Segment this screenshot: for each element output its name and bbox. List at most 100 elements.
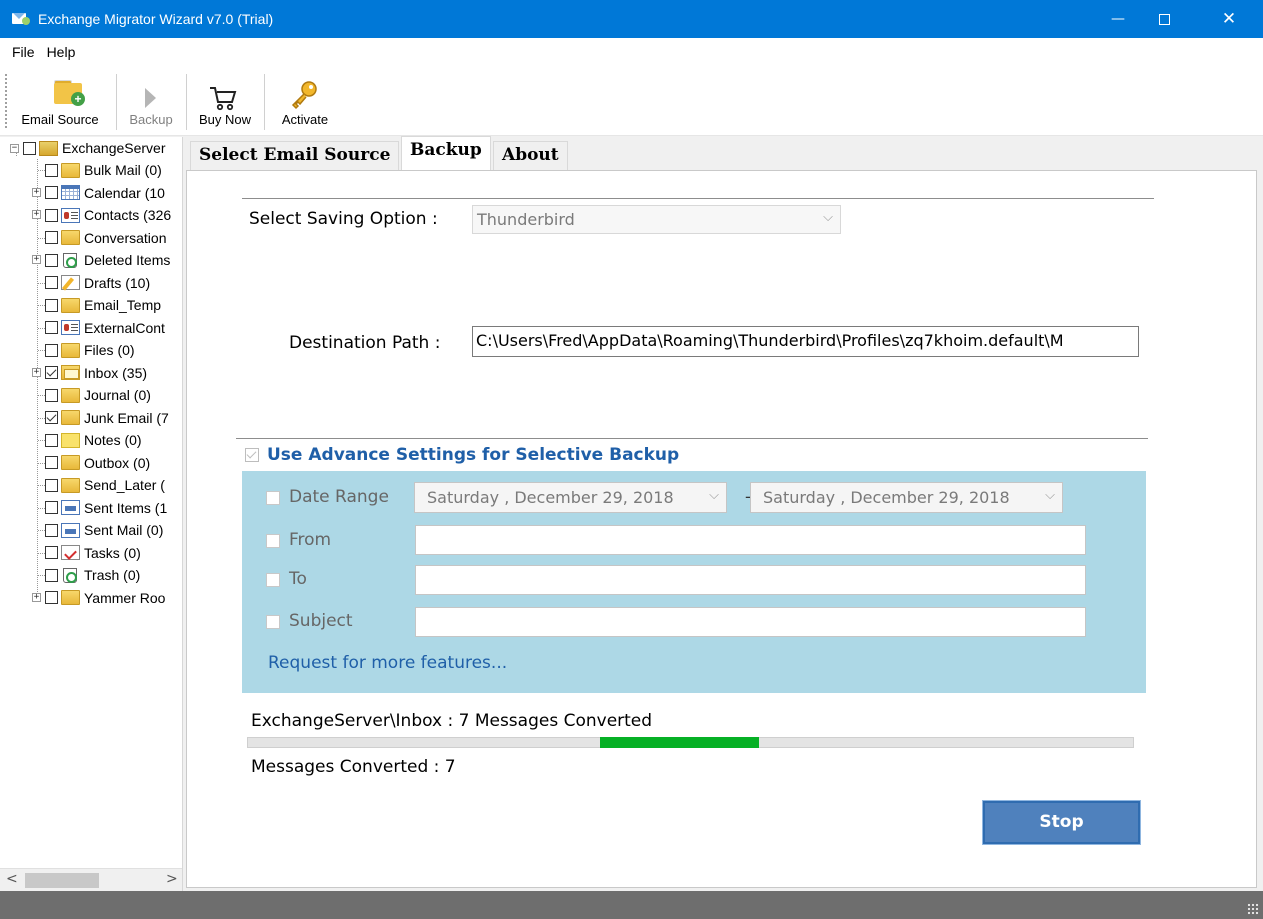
- tree-checkbox[interactable]: [45, 433, 58, 447]
- expand-icon[interactable]: +: [32, 255, 41, 264]
- tree-checkbox[interactable]: [45, 388, 58, 402]
- tree-checkbox[interactable]: [45, 186, 58, 199]
- close-button[interactable]: ✕: [1206, 0, 1252, 38]
- to-checkbox[interactable]: [266, 573, 280, 587]
- expand-icon[interactable]: +: [32, 210, 41, 219]
- tree-checkbox[interactable]: [45, 568, 58, 582]
- tree-item[interactable]: Bulk Mail (0): [45, 159, 162, 181]
- from-checkbox[interactable]: [266, 534, 280, 548]
- date-to-value: Saturday , December 29, 2018: [763, 488, 1010, 507]
- toolbar-separator: [116, 74, 117, 130]
- tree-item[interactable]: Journal (0): [45, 384, 151, 406]
- activate-button[interactable]: Activate: [268, 72, 342, 132]
- tree-item[interactable]: Sent Mail (0): [45, 519, 163, 541]
- tree-checkbox[interactable]: [45, 208, 58, 222]
- resize-grip-icon[interactable]: [1247, 903, 1259, 915]
- scroll-right-icon[interactable]: >: [166, 871, 178, 887]
- tree-item[interactable]: Trash (0): [45, 564, 140, 586]
- tree-checkbox[interactable]: [45, 523, 58, 537]
- tree-item[interactable]: Junk Email (7: [45, 407, 169, 429]
- tree-item[interactable]: Drafts (10): [45, 272, 150, 294]
- messages-converted-count: Messages Converted : 7: [251, 757, 456, 777]
- backup-button[interactable]: Backup: [120, 72, 182, 132]
- tree-checkbox[interactable]: [45, 591, 58, 604]
- tree-checkbox[interactable]: [45, 343, 58, 357]
- chevron-down-icon: ⌵: [1043, 488, 1055, 503]
- server-folder-icon: [39, 140, 58, 156]
- collapse-icon[interactable]: −: [10, 143, 19, 153]
- tree-checkbox[interactable]: [45, 478, 58, 492]
- tree-checkbox[interactable]: [45, 163, 58, 177]
- tree-item[interactable]: Contacts (326: [45, 204, 171, 226]
- tab-about[interactable]: About: [493, 141, 568, 170]
- tree-item[interactable]: Outbox (0): [45, 452, 150, 474]
- tree-checkbox[interactable]: [45, 456, 58, 469]
- tree-item[interactable]: Inbox (35): [45, 362, 147, 384]
- date-range-checkbox[interactable]: [266, 491, 280, 505]
- tree-item[interactable]: Yammer Roo: [45, 587, 165, 609]
- from-input[interactable]: [415, 525, 1086, 555]
- subject-input[interactable]: [415, 607, 1086, 637]
- tree-item[interactable]: Calendar (10: [45, 182, 165, 204]
- tab-backup[interactable]: Backup: [401, 136, 491, 170]
- window-title: Exchange Migrator Wizard v7.0 (Trial): [38, 11, 274, 27]
- folder-icon: [61, 297, 80, 313]
- tree-item-label: Journal (0): [84, 387, 151, 403]
- to-label: To: [289, 569, 307, 589]
- buy-now-button[interactable]: Buy Now: [190, 72, 260, 132]
- tree-checkbox[interactable]: [45, 231, 58, 244]
- tree-item-label: Sent Items (1: [84, 499, 168, 516]
- tree-checkbox[interactable]: [45, 321, 58, 334]
- date-to-picker[interactable]: Saturday , December 29, 2018 ⌵: [750, 482, 1063, 513]
- expand-icon[interactable]: +: [32, 592, 41, 602]
- cart-icon: [210, 87, 237, 111]
- expand-icon[interactable]: +: [32, 367, 41, 377]
- tree-item[interactable]: Send_Later (: [45, 474, 165, 496]
- tree-checkbox[interactable]: [45, 253, 58, 267]
- tree-checkbox[interactable]: [45, 411, 58, 424]
- menu-file[interactable]: File: [0, 44, 44, 60]
- tree-item[interactable]: Tasks (0): [45, 542, 141, 564]
- maximize-button[interactable]: [1141, 0, 1187, 38]
- date-from-picker[interactable]: Saturday , December 29, 2018 ⌵: [414, 482, 727, 513]
- folder-icon: [61, 477, 80, 493]
- date-range-label: Date Range: [289, 487, 389, 507]
- expand-icon[interactable]: +: [32, 187, 41, 197]
- tree-item[interactable]: Deleted Items: [45, 249, 170, 271]
- tab-select-email-source[interactable]: Select Email Source: [190, 141, 400, 170]
- saving-option-select[interactable]: Thunderbird ⌵: [472, 205, 841, 234]
- stop-button[interactable]: Stop: [982, 800, 1141, 845]
- advance-settings-label[interactable]: Use Advance Settings for Selective Backu…: [267, 445, 679, 465]
- toolbar-grip: [5, 74, 7, 128]
- tree-item[interactable]: Notes (0): [45, 429, 142, 451]
- tree-item[interactable]: Files (0): [45, 339, 135, 361]
- menu-bar: File Help: [0, 38, 1263, 66]
- tree-item[interactable]: Email_Temp: [45, 294, 161, 316]
- tree-checkbox[interactable]: [23, 141, 36, 155]
- tree-checkbox[interactable]: [45, 501, 58, 514]
- tree-checkbox[interactable]: [45, 276, 58, 289]
- email-source-button[interactable]: + Email Source: [10, 72, 110, 132]
- scroll-left-icon[interactable]: <: [6, 871, 18, 887]
- tree-checkbox[interactable]: [45, 546, 58, 559]
- minimize-button[interactable]: —: [1095, 0, 1141, 38]
- advance-settings-checkbox[interactable]: [245, 448, 259, 462]
- notes-icon: [61, 432, 80, 448]
- destination-path-input[interactable]: C:\Users\Fred\AppData\Roaming\Thunderbir…: [472, 326, 1139, 357]
- scrollbar-thumb[interactable]: [25, 873, 99, 888]
- tree-checkbox[interactable]: [45, 298, 58, 312]
- tree-item[interactable]: Conversation: [45, 227, 167, 249]
- tree-item[interactable]: ExternalCont: [45, 317, 165, 339]
- calendar-icon: [61, 185, 80, 200]
- tree-item-label: Send_Later (: [84, 477, 165, 493]
- chevron-down-icon: ⌵: [707, 488, 719, 503]
- tree-checkbox[interactable]: [45, 366, 58, 379]
- request-more-features-link[interactable]: Request for more features...: [268, 653, 507, 673]
- tree-item-label: Junk Email (7: [84, 409, 169, 426]
- tree-horizontal-scrollbar[interactable]: < >: [0, 868, 182, 891]
- tree-item[interactable]: Sent Items (1: [45, 497, 167, 519]
- menu-help[interactable]: Help: [44, 44, 85, 60]
- tree-root[interactable]: − ExchangeServer: [10, 137, 166, 159]
- subject-checkbox[interactable]: [266, 615, 280, 629]
- to-input[interactable]: [415, 565, 1086, 595]
